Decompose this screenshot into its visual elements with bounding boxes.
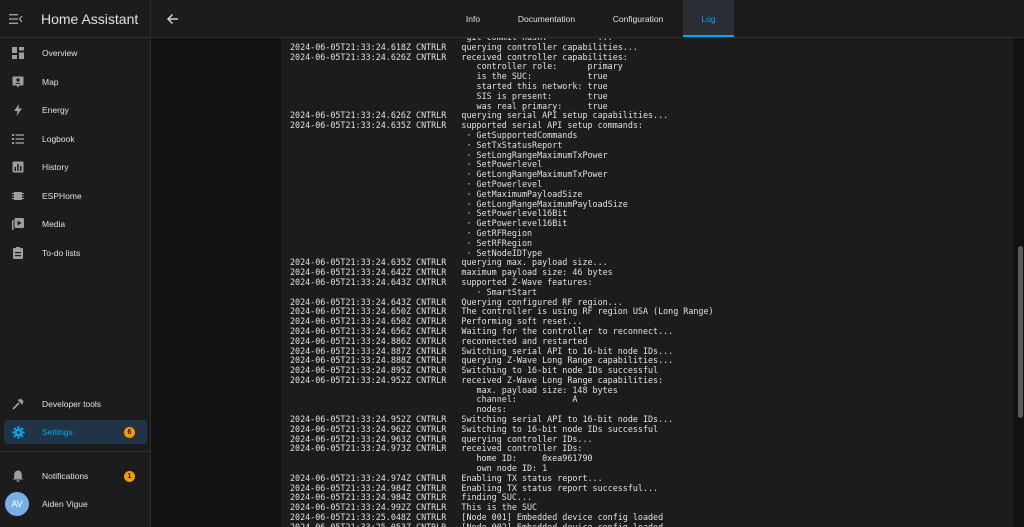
sidebar-item-label: To-do lists <box>42 248 81 258</box>
sidebar-item-esphome[interactable]: ESPHome <box>4 184 147 208</box>
scrollbar-thumb[interactable] <box>1018 246 1023 418</box>
history-icon <box>10 159 26 175</box>
sidebar-item-developer-tools[interactable]: Developer tools <box>4 392 147 416</box>
menu-toggle-button[interactable] <box>0 0 32 38</box>
logbook-icon <box>10 131 26 147</box>
tab-documentation[interactable]: Documentation <box>505 0 588 37</box>
sidebar: Home Assistant Overview Map Energy Logbo… <box>0 0 151 527</box>
sidebar-item-media[interactable]: Media <box>4 212 147 236</box>
sidebar-item-todo-lists[interactable]: To-do lists <box>4 241 147 265</box>
sidebar-item-energy[interactable]: Energy <box>4 98 147 122</box>
sidebar-item-notifications[interactable]: Notifications 1 <box>4 464 147 488</box>
log-output: git commit hash: ...2024-06-05T21:33:24.… <box>290 38 1005 527</box>
hammer-icon <box>10 396 26 412</box>
arrow-left-icon <box>166 13 178 25</box>
esphome-icon <box>10 188 26 204</box>
media-icon <box>10 216 26 232</box>
overview-icon <box>10 45 26 61</box>
avatar[interactable]: AV <box>5 492 29 516</box>
sidebar-item-history[interactable]: History <box>4 155 147 179</box>
todo-icon <box>10 245 26 261</box>
energy-icon <box>10 102 26 118</box>
notifications-badge: 1 <box>124 470 135 482</box>
log-panel: git commit hash: ...2024-06-05T21:33:24.… <box>281 38 1013 527</box>
sidebar-item-label: Developer tools <box>42 399 102 409</box>
sidebar-item-label: History <box>42 162 69 172</box>
sidebar-header: Home Assistant <box>0 0 150 38</box>
sidebar-item-map[interactable]: Map <box>4 70 147 94</box>
top-app-bar: Info Documentation Configuration Log <box>151 0 1024 38</box>
sidebar-divider <box>0 451 151 452</box>
user-name[interactable]: Aiden Vigue <box>42 499 88 509</box>
back-button[interactable] <box>165 11 181 27</box>
sidebar-item-logbook[interactable]: Logbook <box>4 127 147 151</box>
sidebar-item-label: Logbook <box>42 134 75 144</box>
sidebar-item-label: Energy <box>42 105 69 115</box>
map-icon <box>10 74 26 90</box>
sidebar-item-label: Settings <box>42 427 73 437</box>
log-line: 2024-06-05T21:33:25.053Z CNTRLR [Node 00… <box>290 521 664 527</box>
menu-icon <box>9 13 23 24</box>
sidebar-item-label: ESPHome <box>42 191 82 201</box>
sidebar-item-label: Overview <box>42 48 78 58</box>
sidebar-item-label: Notifications <box>42 471 89 481</box>
bell-icon <box>10 468 26 484</box>
gear-icon <box>10 424 26 440</box>
tab-info[interactable]: Info <box>441 0 505 37</box>
app-title: Home Assistant <box>41 10 139 27</box>
tab-log[interactable]: Log <box>683 0 734 37</box>
settings-badge: 6 <box>124 426 135 438</box>
sidebar-item-label: Map <box>42 77 59 87</box>
sidebar-item-overview[interactable]: Overview <box>4 41 147 65</box>
sidebar-item-settings[interactable]: Settings 6 <box>4 420 147 444</box>
sidebar-item-label: Media <box>42 219 66 229</box>
tab-configuration[interactable]: Configuration <box>597 0 679 37</box>
